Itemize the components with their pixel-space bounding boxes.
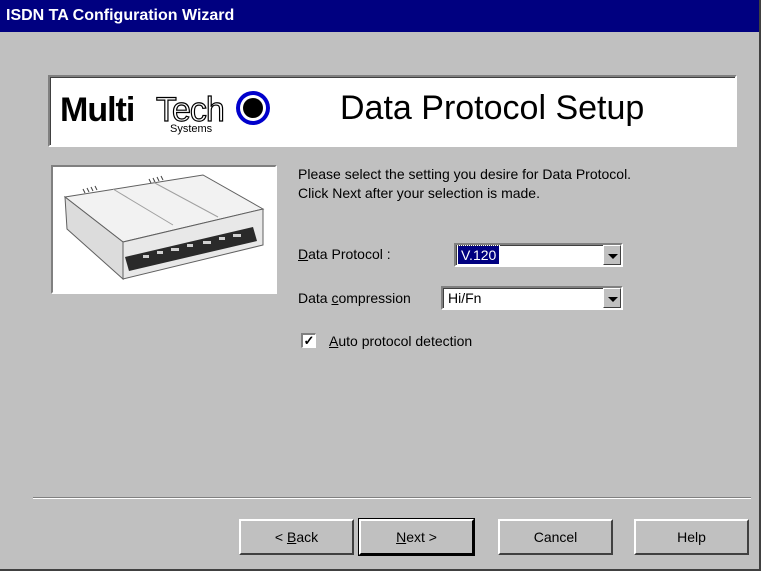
cancel-button-label: Cancel: [533, 529, 578, 545]
window-title: ISDN TA Configuration Wizard: [6, 7, 235, 24]
page-title: Data Protocol Setup: [340, 89, 645, 127]
back-button-accel: B: [286, 529, 297, 545]
data-compression-dropdown[interactable]: Hi/Fn: [441, 286, 623, 310]
back-button[interactable]: < Back: [239, 519, 354, 555]
instructions-line-1: Please select the setting you desire for…: [298, 166, 632, 182]
back-button-rest: ack: [296, 529, 319, 545]
help-button-label: Help: [677, 529, 706, 545]
cancel-button[interactable]: Cancel: [498, 519, 613, 555]
next-button[interactable]: Next >: [358, 518, 475, 556]
multitech-logo-icon: Multi Tech Systems: [60, 90, 290, 141]
data-compression-value: Hi/Fn: [448, 290, 482, 306]
logo-circle-icon: [236, 91, 270, 125]
combo-dropdown-arrow-icon[interactable]: [603, 288, 621, 308]
data-protocol-label-rest: ata Protocol :: [308, 246, 391, 262]
next-button-accel: N: [396, 529, 407, 545]
back-button-pre: <: [274, 529, 287, 545]
data-protocol-value: V.120: [456, 245, 501, 265]
auto-protocol-label-rest: uto protocol detection: [338, 333, 473, 349]
auto-protocol-label[interactable]: Auto protocol detection: [329, 333, 472, 349]
data-protocol-label-accel: D: [298, 246, 309, 262]
window-title-bar[interactable]: ISDN TA Configuration Wizard: [0, 0, 761, 32]
isdn-device-photo-icon: [51, 165, 277, 294]
logo-multi-text: Multi: [60, 91, 135, 129]
data-compression-label-rest: ompression: [338, 290, 411, 306]
logo-systems-text: Systems: [170, 123, 213, 135]
instructions-line-2: Click Next after your selection is made.: [298, 185, 540, 201]
header-banner: Multi Tech Systems Data Protocol Setup: [48, 75, 737, 147]
separator: [33, 497, 751, 499]
instructions-text: Please select the setting you desire for…: [298, 165, 738, 203]
data-protocol-label: Data Protocol :: [298, 246, 391, 262]
auto-protocol-checkbox[interactable]: ✓: [301, 333, 316, 348]
combo-dropdown-arrow-icon[interactable]: [603, 245, 621, 265]
data-compression-label-pre: Data: [298, 290, 332, 306]
data-protocol-dropdown[interactable]: V.120: [454, 243, 623, 267]
next-button-rest: ext >: [406, 529, 437, 545]
checkbox-check-icon: ✓: [303, 333, 315, 348]
data-compression-label: Data compression: [298, 290, 411, 306]
help-button[interactable]: Help: [634, 519, 749, 555]
auto-protocol-label-accel: A: [329, 333, 339, 349]
